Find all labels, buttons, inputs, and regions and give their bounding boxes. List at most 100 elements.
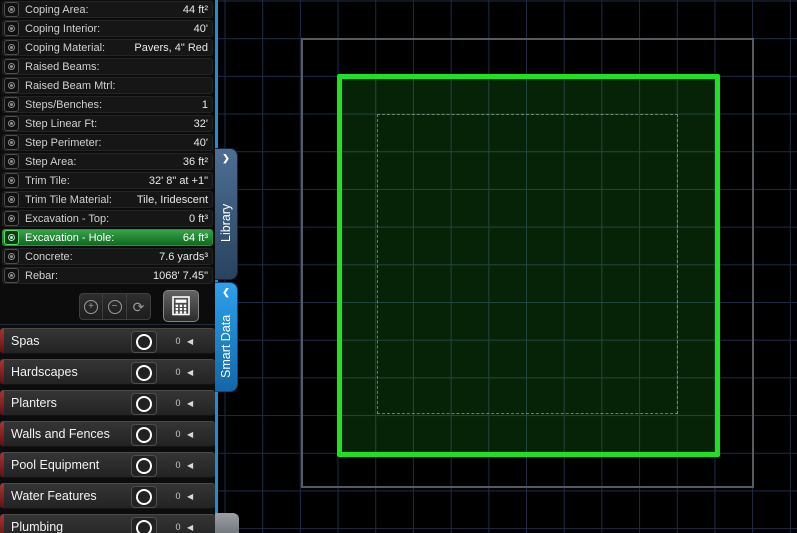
measurement-row[interactable]: Raised Beam Mtrl: [2, 77, 213, 94]
measurement-row[interactable]: Excavation - Top: 0 ft³ [2, 210, 213, 227]
visibility-icon[interactable] [4, 40, 19, 55]
category-row[interactable]: Plumbing0◀ [0, 514, 215, 533]
visibility-icon[interactable] [4, 249, 19, 264]
measurement-row[interactable]: Coping Interior:40' [2, 20, 213, 37]
chevron-left-icon: ❮ [222, 288, 230, 297]
visibility-icon[interactable] [4, 135, 19, 150]
category-row[interactable]: Pool Equipment 0◀ [0, 452, 215, 478]
category-row[interactable]: Planters0◀ [0, 390, 215, 416]
visibility-icon[interactable] [4, 268, 19, 283]
collapse-arrow-icon[interactable]: ◀ [187, 492, 193, 501]
measurement-label: Concrete: [25, 251, 73, 263]
measurement-value: 32' 8" at +1" [149, 175, 208, 187]
visibility-icon[interactable] [4, 154, 19, 169]
visibility-icon[interactable] [4, 21, 19, 36]
category-row[interactable]: Hardscapes0◀ [0, 359, 215, 385]
visibility-icon[interactable] [4, 211, 19, 226]
visibility-icon[interactable] [4, 192, 19, 207]
category-count: 0 [171, 398, 185, 408]
category-row[interactable]: Spas0◀ [0, 328, 215, 354]
category-label: Plumbing [11, 520, 63, 533]
measurement-row[interactable]: Step Area:36 ft² [2, 153, 213, 170]
collapse-arrow-icon[interactable]: ◀ [187, 337, 193, 346]
measurement-value: Pavers, 4" Red [134, 42, 208, 54]
visibility-icon[interactable] [4, 78, 19, 93]
category-count: 0 [171, 460, 185, 470]
measurement-label: Coping Area: [25, 4, 89, 16]
visibility-icon[interactable] [4, 97, 19, 112]
measurement-row[interactable]: Step Perimeter:40' [2, 134, 213, 151]
collapse-arrow-icon[interactable]: ◀ [187, 523, 193, 532]
measurement-label: Step Perimeter: [25, 137, 101, 149]
category-stripe [0, 453, 4, 477]
collapse-arrow-icon[interactable]: ◀ [187, 368, 193, 377]
measurement-label: Step Area: [25, 156, 76, 168]
visibility-icon[interactable] [4, 116, 19, 131]
measurement-label: Step Linear Ft: [25, 118, 97, 130]
category-row[interactable]: Walls and Fences 0◀ [0, 421, 215, 447]
remove-button[interactable]: − [103, 293, 127, 320]
visibility-icon[interactable] [4, 173, 19, 188]
toolbar-button-group: + − ⟳ [79, 293, 151, 320]
measurement-row[interactable]: Step Linear Ft:32' [2, 115, 213, 132]
category-stripe [0, 391, 4, 415]
collapse-arrow-icon[interactable]: ◀ [187, 430, 193, 439]
category-stripe [0, 329, 4, 353]
measurement-row[interactable]: Coping Material:Pavers, 4" Red [2, 39, 213, 56]
measurement-value: 0 ft³ [189, 213, 208, 225]
tab-library-label: Library [219, 163, 233, 279]
visibility-knob-button[interactable] [131, 455, 157, 477]
measurement-label: Steps/Benches: [25, 99, 102, 111]
measurement-row[interactable]: Steps/Benches: 1 [2, 96, 213, 113]
measurement-row[interactable]: Coping Area: 44 ft² [2, 1, 213, 18]
add-button[interactable]: + [79, 293, 103, 320]
measurement-list: Coping Area:44 ft²Coping Interior:40'Cop… [0, 1, 215, 286]
measurement-value: 1 [202, 99, 208, 111]
visibility-icon[interactable] [4, 59, 19, 74]
visibility-knob-button[interactable] [131, 393, 157, 415]
category-count: 0 [171, 429, 185, 439]
tab-smart-data[interactable]: ❮ Smart Data [215, 282, 238, 392]
category-list: Spas0◀Hardscapes0◀Planters0◀Walls and Fe… [0, 324, 215, 533]
collapse-arrow-icon[interactable]: ◀ [187, 461, 193, 470]
minus-circle-icon: − [108, 300, 122, 314]
visibility-icon[interactable] [4, 2, 19, 17]
measurement-value: 64 ft³ [183, 232, 208, 244]
category-label: Walls and Fences [11, 427, 110, 441]
refresh-button[interactable]: ⟳ [127, 293, 151, 320]
measurement-label: Excavation - Top: [25, 213, 109, 225]
plus-circle-icon: + [84, 300, 98, 314]
circle-icon [136, 520, 152, 533]
measurement-row[interactable]: Excavation - Hole:64 ft³ [2, 229, 213, 246]
category-row[interactable]: Water Features0◀ [0, 483, 215, 509]
measurement-row[interactable]: Concrete:7.6 yards³ [2, 248, 213, 265]
tab-library[interactable]: ❯ Library [215, 148, 238, 280]
measurement-row[interactable]: Rebar: 1068' 7.45" [2, 267, 213, 284]
tab-smart-data-label: Smart Data [219, 297, 233, 391]
visibility-knob-button[interactable] [131, 331, 157, 353]
category-stripe [0, 360, 4, 384]
visibility-knob-button[interactable] [131, 517, 157, 533]
visibility-knob-button[interactable] [131, 424, 157, 446]
collapsed-tab-stub[interactable] [215, 513, 239, 533]
circle-icon [136, 458, 152, 474]
measurement-value: 1068' 7.45" [153, 270, 208, 282]
measurement-value: 44 ft² [183, 4, 208, 16]
measurement-row[interactable]: Raised Beams: [2, 58, 213, 75]
measurement-row[interactable]: Trim Tile Material:Tile, Iridescent [2, 191, 213, 208]
smart-data-panel: Coping Area:44 ft²Coping Interior:40'Cop… [0, 0, 215, 533]
collapse-arrow-icon[interactable]: ◀ [187, 399, 193, 408]
visibility-knob-button[interactable] [131, 362, 157, 384]
category-label: Hardscapes [11, 365, 78, 379]
design-canvas[interactable] [218, 0, 797, 533]
measurement-label: Coping Interior: [25, 23, 100, 35]
category-stripe [0, 515, 4, 533]
visibility-knob-button[interactable] [131, 486, 157, 508]
measurement-label: Rebar: [25, 270, 58, 282]
category-label: Pool Equipment [11, 458, 99, 472]
calculator-button[interactable] [163, 290, 199, 322]
measurement-label: Raised Beam Mtrl: [25, 80, 115, 92]
visibility-icon[interactable] [4, 230, 19, 245]
measurement-row[interactable]: Trim Tile:32' 8" at +1" [2, 172, 213, 189]
measurement-label: Raised Beams: [25, 61, 100, 73]
